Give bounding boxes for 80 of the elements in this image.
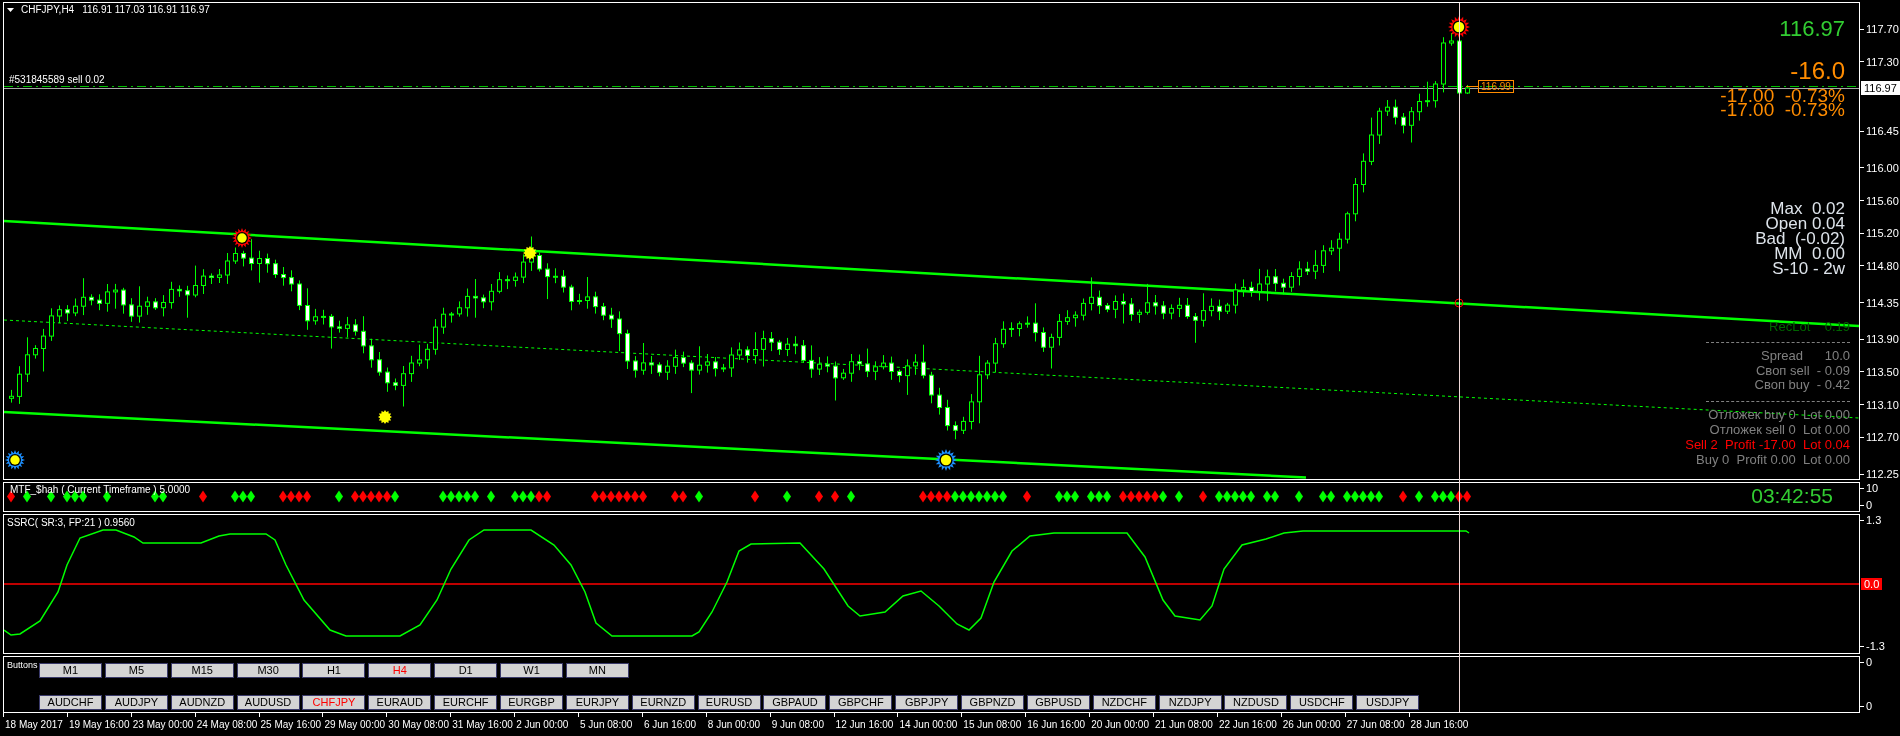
account-stat: Bad (-0.02) — [1755, 231, 1845, 246]
symbol-button[interactable]: GBPUSD — [1026, 695, 1090, 710]
symbol-button[interactable]: AUDCHF — [39, 695, 102, 710]
sun-marker-icon — [378, 410, 392, 424]
symbol-button[interactable]: GBPCHF — [829, 695, 893, 710]
price-axis-label: 117.70 — [1860, 23, 1899, 35]
price-axis-label: 112.25 — [1860, 468, 1899, 480]
market-info-line: Своп sell - 0.09 — [1756, 363, 1850, 378]
price-axis-label: 116.00 — [1860, 161, 1899, 174]
price-axis-label: 114.35 — [1860, 296, 1899, 309]
circle-marker-icon — [1454, 298, 1464, 308]
starburst-marker-icon — [935, 449, 957, 471]
timeframe-button[interactable]: M1 — [39, 663, 102, 678]
price-axis-label: 113.50 — [1860, 365, 1899, 378]
market-info-line: Своп buy - 0.42 — [1754, 378, 1850, 393]
order-summary-line: Buy 0 Profit 0.00 Lot 0.00 — [1696, 451, 1850, 467]
price-axis-label: 113.10 — [1860, 398, 1899, 411]
account-stat: Max 0.02 — [1770, 201, 1845, 216]
starburst-marker-icon — [1448, 16, 1470, 38]
axis-label: -1.3 — [1860, 640, 1885, 652]
profit-line: -17.00 -0.73% — [1720, 103, 1845, 117]
dropdown-caret-icon[interactable] — [7, 8, 14, 12]
price-axis-label: 117.30 — [1860, 55, 1899, 68]
last-price-value: 116.97 — [1779, 17, 1845, 41]
account-stat: Open 0.04 — [1765, 216, 1845, 231]
timeframe-button[interactable]: M15 — [170, 663, 234, 678]
timeframe-button[interactable]: M5 — [104, 663, 168, 678]
symbol-button[interactable]: USDCHF — [1290, 695, 1354, 710]
pips-value: -16.0 — [1790, 58, 1845, 84]
timeframe-button[interactable]: D1 — [434, 663, 498, 678]
symbol-button[interactable]: EURJPY — [565, 695, 629, 710]
timeframe-button[interactable]: W1 — [500, 663, 563, 678]
symbol-button[interactable]: EURUSD — [697, 695, 761, 710]
axis-label: 1.3 — [1860, 514, 1882, 526]
order-summary-line: Sell 2 Profit -17.00 Lot 0.04 — [1685, 436, 1850, 452]
axis-label: 10 — [1860, 482, 1879, 494]
indicator-title: MTF_$hah ( Current Timeframe ) 5.0000 — [10, 483, 191, 496]
order-summary-line: Отложек sell 0 Lot 0.00 — [1709, 421, 1850, 437]
market-info-line: Spread 10.0 — [1761, 349, 1850, 364]
symbol-button[interactable]: AUDJPY — [104, 695, 168, 710]
current-price-tag: 116.97 — [1861, 81, 1900, 95]
timeframe-button[interactable]: M30 — [236, 663, 300, 678]
symbol-button[interactable]: GBPAUD — [763, 695, 827, 710]
sun-marker-icon — [523, 246, 537, 260]
price-axis-label: 115.20 — [1860, 227, 1899, 240]
symbol-button[interactable]: NZDJPY — [1158, 695, 1222, 710]
level-value-tag: 0.0 — [1861, 578, 1883, 590]
symbol-button[interactable]: NZDUSD — [1224, 695, 1288, 710]
starburst-marker-icon — [232, 228, 252, 248]
axis-label: 0 — [1860, 656, 1873, 668]
price-axis-label: 115.60 — [1860, 194, 1899, 207]
symbol-button[interactable]: GBPJPY — [895, 695, 959, 710]
price-axis-label: 112.70 — [1860, 431, 1899, 444]
price-axis-label: 113.90 — [1860, 333, 1899, 346]
order-tag-leader — [1465, 86, 1479, 87]
bar-countdown-timer: 03:42:55 — [1751, 483, 1833, 509]
indicator-title: SSRC( SR:3, FP:21 ) 0.9560 — [7, 516, 135, 529]
ohlc-values: 116.91 117.03 116.91 116.97 — [82, 4, 210, 16]
symbol-button[interactable]: GBPNZD — [961, 695, 1025, 710]
symbol-button[interactable]: EURGBP — [500, 695, 563, 710]
price-axis-label: 114.80 — [1860, 259, 1899, 272]
symbol-button[interactable]: AUDUSD — [236, 695, 300, 710]
symbol-button[interactable]: EURNZD — [631, 695, 695, 710]
symbol-button[interactable]: USDJPY — [1356, 695, 1420, 710]
symbol-button[interactable]: NZDCHF — [1092, 695, 1156, 710]
profit-line: -17.00 -0.73% — [1720, 89, 1845, 103]
account-stat: MM 0.00 — [1774, 246, 1845, 261]
axis-label: 0 — [1860, 700, 1873, 712]
timeframe-button[interactable]: H1 — [302, 663, 366, 678]
order-label: #531845589 sell 0.02 — [9, 74, 105, 86]
account-stat: S-10 - 2w — [1772, 261, 1845, 276]
symbol-button[interactable]: EURAUD — [368, 695, 432, 710]
symbol-button[interactable]: AUDNZD — [170, 695, 234, 710]
starburst-marker-icon — [5, 450, 25, 470]
axis-label: 0 — [1860, 499, 1873, 511]
symbol-button[interactable]: EURCHF — [434, 695, 498, 710]
buttons-label: Buttons — [7, 660, 39, 671]
price-axis-label: 116.45 — [1860, 125, 1899, 138]
timeframe-button[interactable]: MN — [565, 663, 629, 678]
symbol-label: CHFJPY,H4 — [21, 4, 75, 16]
